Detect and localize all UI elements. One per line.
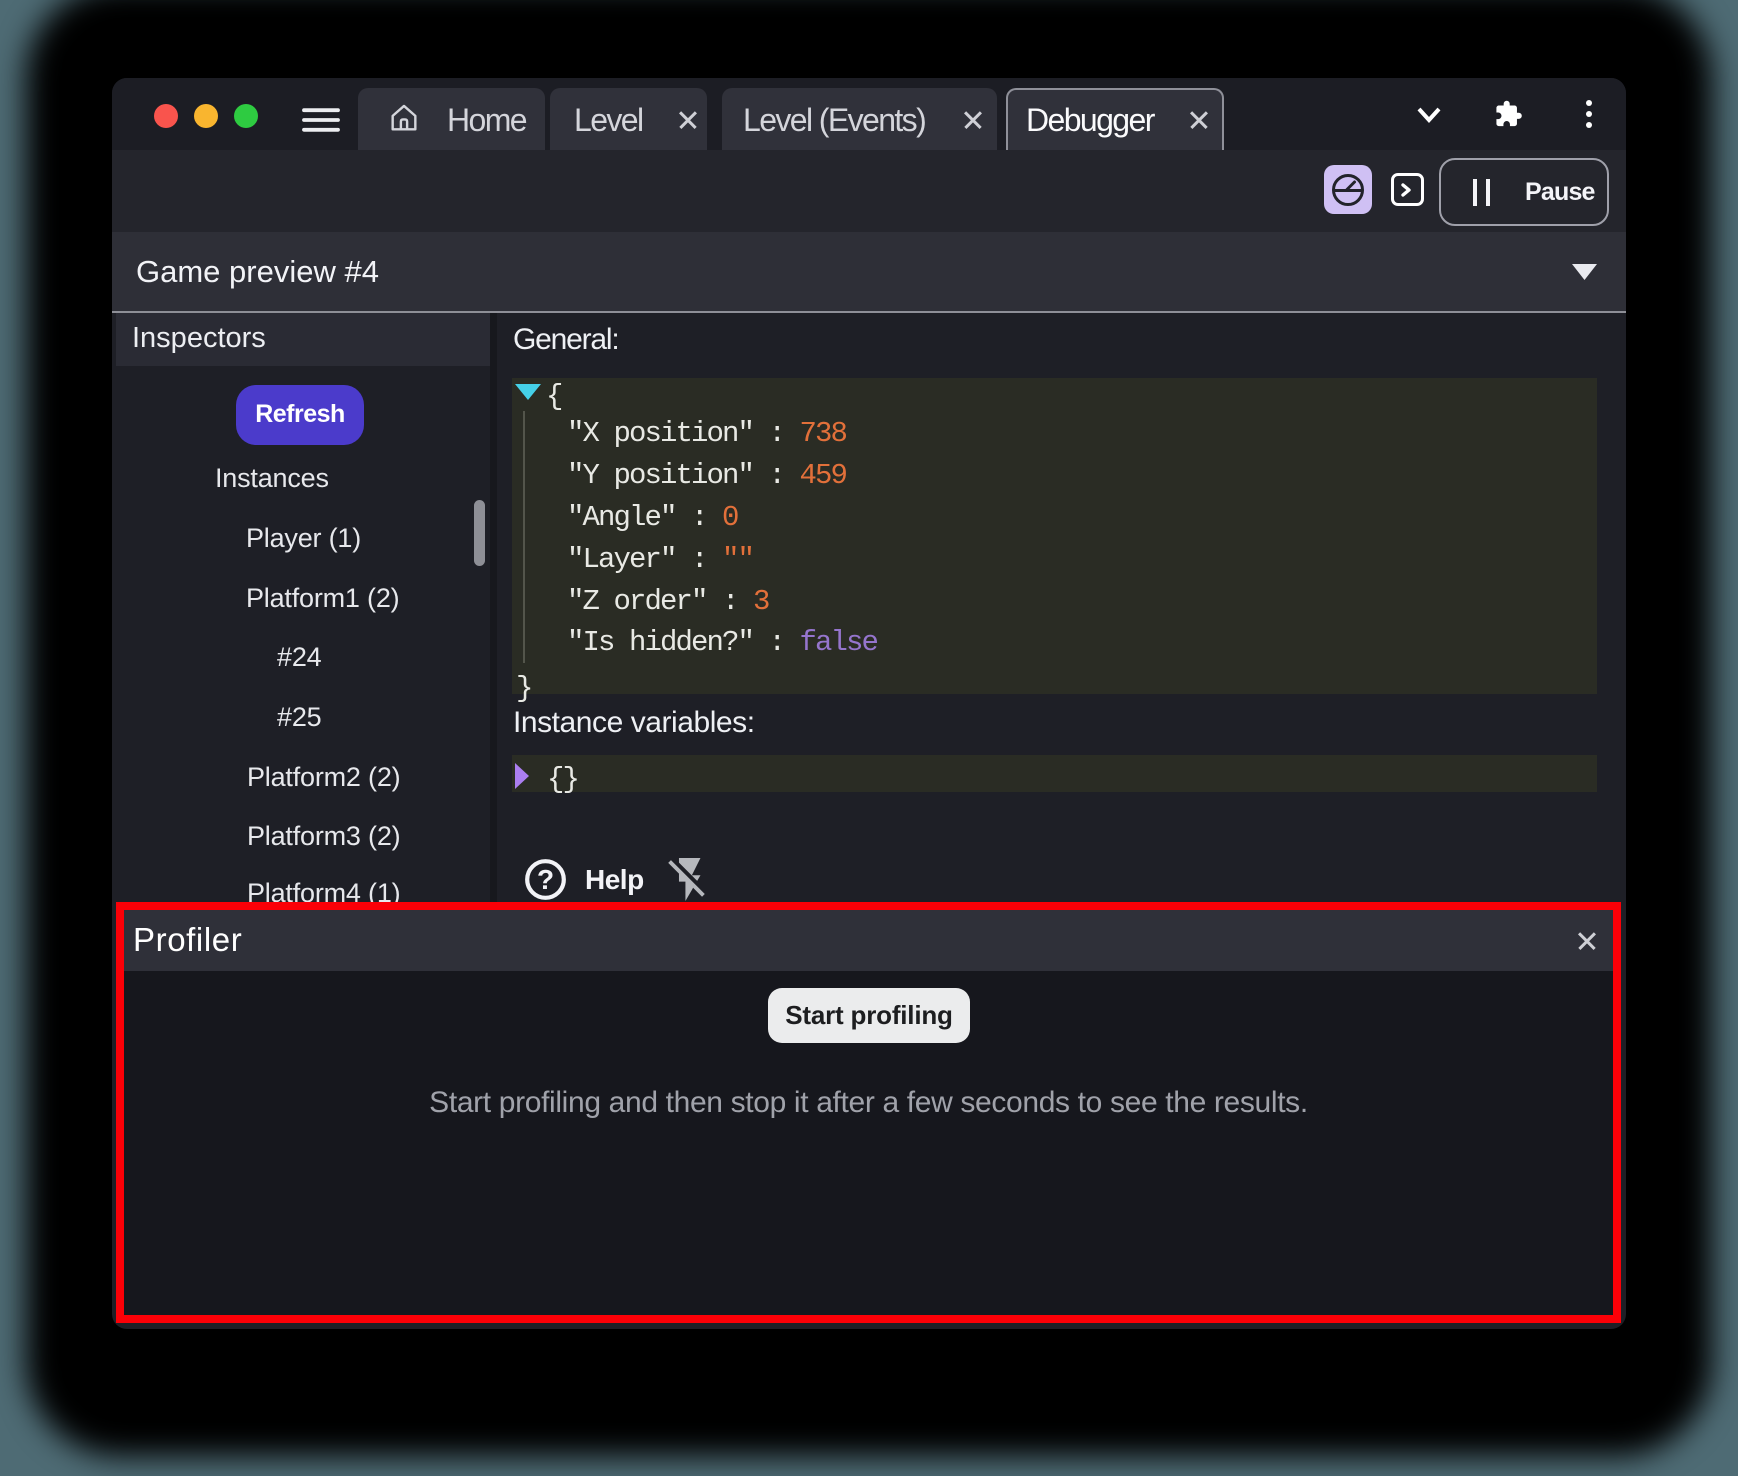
svg-text:?: ?	[537, 864, 554, 895]
